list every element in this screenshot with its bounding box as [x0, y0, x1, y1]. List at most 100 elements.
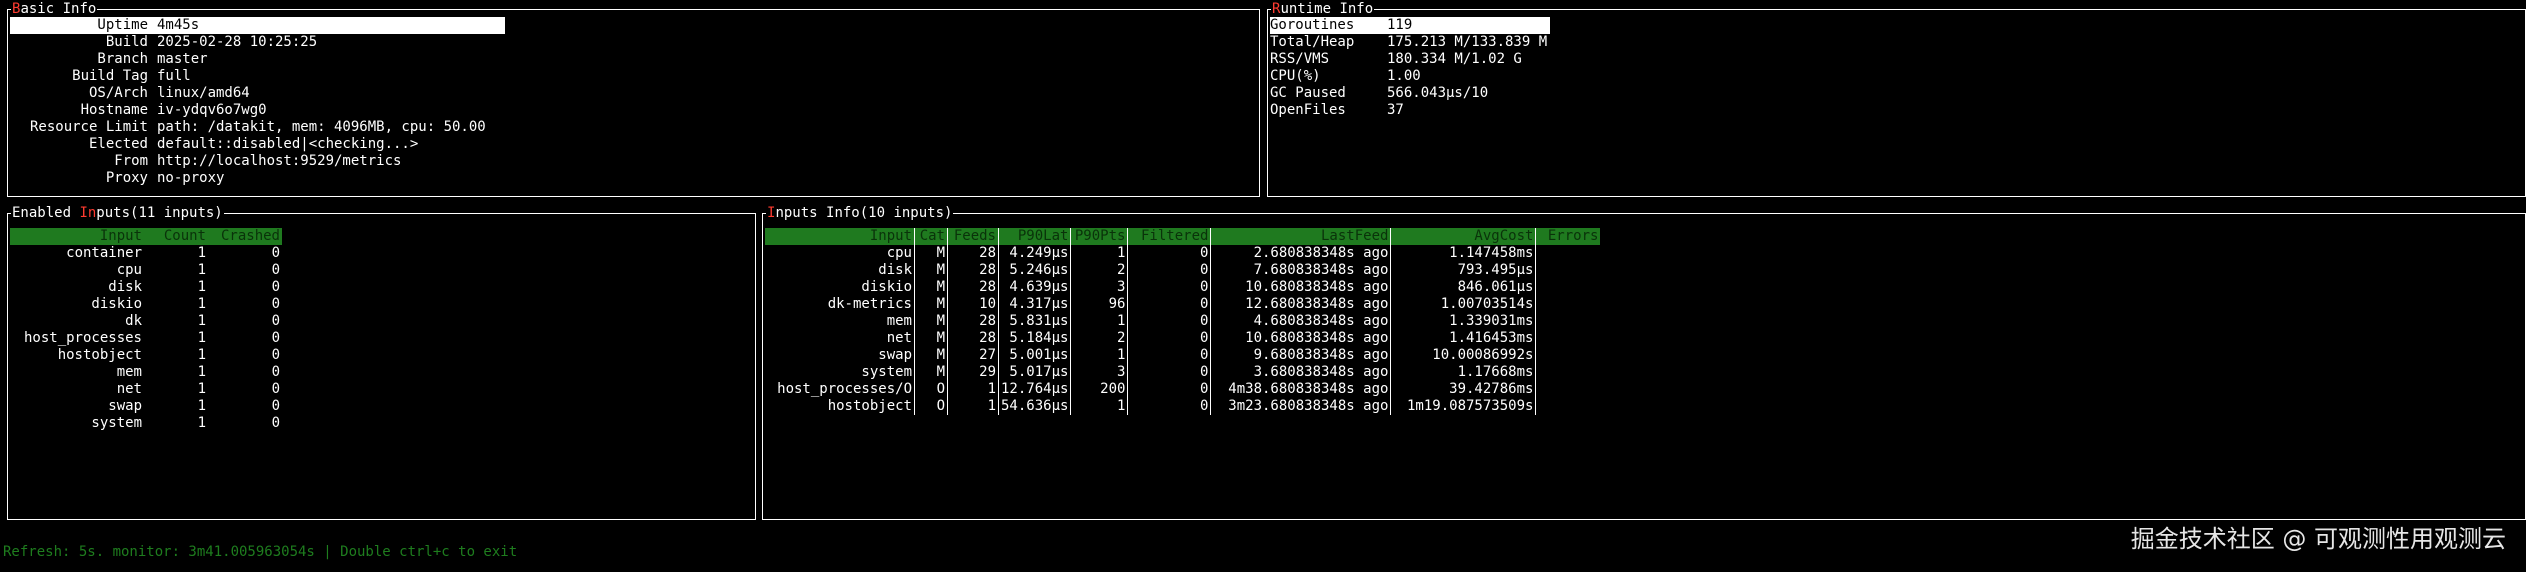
- table-cell: 1: [197, 381, 206, 397]
- table-cell: 0: [1127, 381, 1212, 398]
- table-cell: 0: [1127, 313, 1212, 330]
- table-cell: 0: [271, 415, 280, 431]
- table-row[interactable]: container 1 0: [10, 245, 282, 262]
- inputs-info-title: Inputs Info(10 inputs): [766, 205, 954, 222]
- table-cell: 0: [271, 313, 280, 329]
- table-cell: 1: [197, 398, 206, 414]
- basic-info-row: Hostname iv-ydqv6o7wg0: [10, 102, 505, 119]
- status-footer: Refresh: 5s. monitor: 3m41.005963054s | …: [3, 544, 518, 560]
- table-cell: 0: [1127, 279, 1212, 296]
- basic-info-row[interactable]: Uptime 4m45s: [10, 17, 505, 34]
- runtime-info-row: GC Paused 566.043µs/10: [1270, 85, 1550, 102]
- table-row[interactable]: net M 28 5.184µs 2 0 10.680838348s ago 1.416453…: [765, 330, 1600, 347]
- row-key: Hostname: [80, 102, 148, 118]
- column-header: Feeds: [947, 228, 999, 245]
- table-row[interactable]: diskio 1 0: [10, 296, 282, 313]
- table-cell: M: [914, 330, 948, 347]
- table-cell: [1536, 245, 1601, 262]
- table-cell: dk: [125, 313, 142, 329]
- table-row[interactable]: disk M 28 5.246µs 2 0 7.680838348s ago 793.495µ…: [765, 262, 1600, 279]
- table-row[interactable]: swap M 27 5.001µs 1 0 9.680838348s ago 10.00086…: [765, 347, 1600, 364]
- table-cell: diskio: [91, 296, 142, 312]
- row-key: Elected: [88, 136, 148, 152]
- table-row[interactable]: disk 1 0: [10, 279, 282, 296]
- table-cell: container: [66, 245, 142, 261]
- table-cell: 5.184µs: [998, 330, 1072, 347]
- table-row[interactable]: dk-metrics M 10 4.317µs 96 0 12.680838348s ago…: [765, 296, 1600, 313]
- table-cell: [1536, 262, 1601, 279]
- column-header: Input: [10, 228, 144, 245]
- table-row[interactable]: system 1 0: [10, 415, 282, 432]
- table-cell: [1536, 296, 1601, 313]
- row-value: master: [157, 51, 208, 67]
- table-cell: 2: [1070, 262, 1129, 279]
- table-row[interactable]: host_processes/O O 1 12.764µs 200 0 4m38.68083…: [765, 381, 1600, 398]
- row-key: Goroutines: [1270, 17, 1355, 33]
- table-row[interactable]: swap 1 0: [10, 398, 282, 415]
- row-key: OS/Arch: [88, 85, 148, 101]
- table-cell: M: [914, 313, 948, 330]
- table-cell: 12.680838348s ago: [1210, 296, 1392, 313]
- table-cell: 3m23.680838348s ago: [1210, 398, 1392, 415]
- table-row[interactable]: cpu 1 0: [10, 262, 282, 279]
- table-cell: 1: [197, 296, 206, 312]
- runtime-info-row: OpenFiles 37: [1270, 102, 1550, 119]
- row-value: iv-ydqv6o7wg0: [157, 102, 267, 118]
- table-cell: 9.680838348s ago: [1210, 347, 1392, 364]
- row-key: Branch: [97, 51, 148, 67]
- table-cell: 1: [947, 398, 999, 415]
- row-key: CPU(%): [1270, 68, 1321, 84]
- table-cell: 10: [947, 296, 999, 313]
- table-cell: 1: [197, 364, 206, 380]
- basic-info-panel: Basic Info Uptime 4m45s Build 2025-02-28 10…: [7, 1, 1260, 197]
- row-value: full: [157, 68, 191, 84]
- column-header: Errors: [1535, 228, 1601, 245]
- table-cell: 0: [271, 381, 280, 397]
- table-cell: diskio: [765, 279, 915, 296]
- table-cell: 0: [1127, 245, 1212, 262]
- column-header: Input: [765, 228, 915, 245]
- table-row[interactable]: host_processes 1 0: [10, 330, 282, 347]
- table-cell: 0: [1127, 364, 1212, 381]
- table-row[interactable]: system M 29 5.017µs 3 0 3.680838348s ago 1.1766…: [765, 364, 1600, 381]
- table-row[interactable]: mem 1 0: [10, 364, 282, 381]
- row-value: no-proxy: [157, 170, 225, 186]
- table-cell: 2: [1070, 330, 1129, 347]
- table-cell: 1: [947, 381, 999, 398]
- table-cell: 28: [947, 262, 999, 279]
- table-cell: M: [914, 296, 948, 313]
- column-header: Filtered: [1127, 228, 1212, 245]
- table-row[interactable]: dk 1 0: [10, 313, 282, 330]
- table-cell: 1: [197, 262, 206, 278]
- column-header: P90Lat: [998, 228, 1072, 245]
- table-cell: swap: [765, 347, 915, 364]
- table-cell: 0: [1127, 330, 1212, 347]
- table-cell: 28: [947, 245, 999, 262]
- table-row[interactable]: hostobject 1 0: [10, 347, 282, 364]
- runtime-info-row: Total/Heap 175.213 M/133.839 M: [1270, 34, 1550, 51]
- column-header: Count: [144, 228, 208, 245]
- basic-info-row: OS/Arch linux/amd64: [10, 85, 505, 102]
- row-key: Build: [105, 34, 148, 50]
- table-row[interactable]: hostobject O 1 54.636µs 1 0 3m23.680838348s ag…: [765, 398, 1600, 415]
- table-cell: 28: [947, 279, 999, 296]
- row-value: 1.00: [1387, 68, 1421, 84]
- enabled-inputs-panel: Enabled Inputs(11 inputs) Input Count Cras…: [7, 205, 756, 520]
- table-row[interactable]: mem M 28 5.831µs 1 0 4.680838348s ago 1.339031m…: [765, 313, 1600, 330]
- table-cell: 0: [271, 364, 280, 380]
- table-cell: 3.680838348s ago: [1210, 364, 1392, 381]
- row-value: 4m45s: [157, 17, 200, 33]
- table-cell: 1.17668ms: [1390, 364, 1537, 381]
- table-cell: 4m38.680838348s ago: [1210, 381, 1392, 398]
- table-row[interactable]: net 1 0: [10, 381, 282, 398]
- table-cell: cpu: [116, 262, 142, 278]
- table-cell: M: [914, 279, 948, 296]
- row-value: linux/amd64: [157, 85, 250, 101]
- table-row[interactable]: diskio M 28 4.639µs 3 0 10.680838348s ago 846.0…: [765, 279, 1600, 296]
- table-row[interactable]: cpu M 28 4.249µs 1 0 2.680838348s ago 1.147458m…: [765, 245, 1600, 262]
- table-cell: 0: [1127, 296, 1212, 313]
- table-cell: net: [116, 381, 142, 397]
- table-cell: 1.00703514s: [1390, 296, 1537, 313]
- table-cell: disk: [765, 262, 915, 279]
- runtime-info-row[interactable]: Goroutines 119: [1270, 17, 1550, 34]
